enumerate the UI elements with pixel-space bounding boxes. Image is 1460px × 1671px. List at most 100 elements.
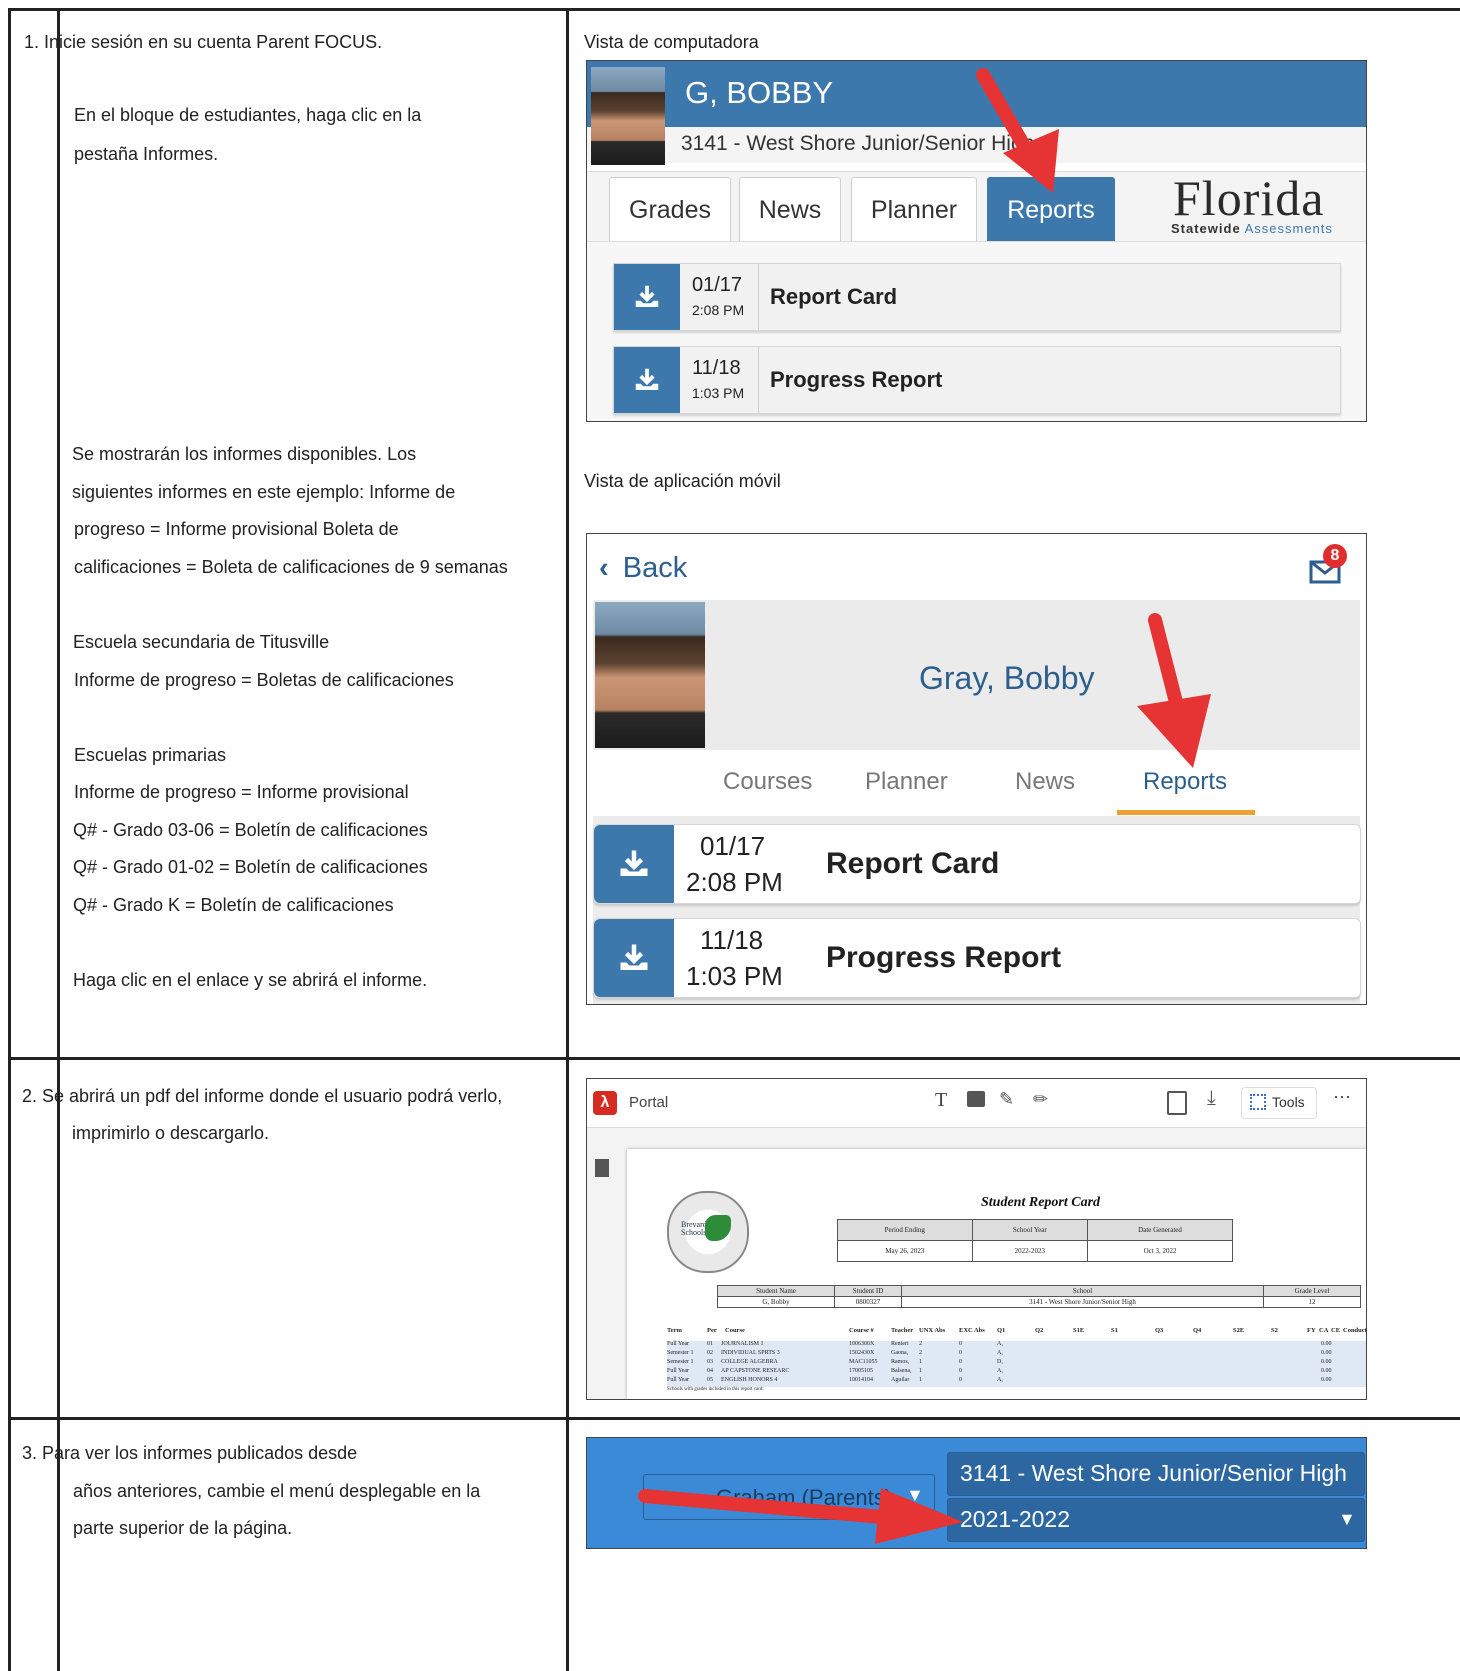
report-row[interactable]: 11/18 1:03 PM Progress Report — [593, 918, 1361, 998]
table-cell: 0800327 — [834, 1296, 902, 1308]
course-cell: 04 — [707, 1368, 713, 1374]
course-cell: 0 — [959, 1341, 962, 1347]
report-row[interactable]: 01/17 2:08 PM Report Card — [593, 824, 1361, 904]
pages-icon[interactable] — [595, 1159, 609, 1177]
table-cell: Oct 3, 2022 — [1087, 1240, 1233, 1262]
step-3-line: años anteriores, cambie el menú desplega… — [73, 1481, 481, 1501]
course-header-cell: FY — [1307, 1327, 1316, 1334]
course-cell: INDIVIDUAL SPRTS 3 — [721, 1350, 780, 1356]
course-cell: 1006300X — [849, 1341, 875, 1347]
comment-icon[interactable] — [967, 1091, 985, 1107]
grid-icon — [1250, 1094, 1266, 1110]
step-1-line: Q# - Grado 03-06 = Boletín de calificaci… — [73, 820, 428, 840]
course-cell: Renteri — [891, 1341, 909, 1347]
tools-button[interactable]: Tools — [1241, 1087, 1317, 1119]
course-cell: AP CAPSTONE RESEARC — [721, 1368, 790, 1374]
course-header-cell: S1E — [1073, 1327, 1085, 1334]
table-border-top — [8, 8, 1460, 11]
tab-reports[interactable]: Reports — [1143, 768, 1227, 796]
highlight-icon[interactable]: ✎ — [999, 1089, 1014, 1110]
table-border-left — [8, 8, 11, 1671]
student-name: G, BOBBY — [685, 75, 834, 110]
course-cell: A, — [997, 1368, 1003, 1374]
step-3-line: parte superior de la página. — [73, 1518, 293, 1538]
student-photo — [591, 67, 665, 165]
table-cell: Period Ending — [837, 1219, 973, 1241]
course-cell: Aguilar — [891, 1377, 910, 1383]
table-cell: School Year — [971, 1219, 1089, 1241]
tab-grades[interactable]: Grades — [609, 177, 731, 242]
mobile-view-caption: Vista de aplicación móvil — [584, 471, 781, 491]
table-cell: G, Bobby — [717, 1296, 835, 1308]
chevron-down-icon: ▼ — [1338, 1509, 1356, 1529]
course-cell: 0.00 — [1321, 1341, 1332, 1347]
step-1-line: progreso = Informe provisional Boleta de — [74, 519, 399, 539]
back-button[interactable]: ‹ Back — [599, 552, 687, 585]
text-tool-icon[interactable]: T — [935, 1089, 947, 1112]
course-header-cell: Per — [707, 1327, 717, 1334]
course-header-cell: S2E — [1233, 1327, 1245, 1334]
course-header-cell: Q1 — [997, 1327, 1006, 1334]
course-cell: 05 — [707, 1377, 713, 1383]
report-row[interactable]: 01/17 2:08 PM Report Card — [613, 263, 1341, 331]
report-name[interactable]: Report Card — [770, 284, 897, 310]
florida-logo-sub-b: Assessments — [1244, 221, 1333, 236]
table-column-divider — [566, 8, 569, 1671]
tab-news[interactable]: News — [739, 177, 841, 242]
florida-logo: Florida Statewide Assessments — [1171, 169, 1351, 239]
tab-bar — [593, 750, 1360, 814]
report-row[interactable]: 11/18 1:03 PM Progress Report — [613, 346, 1341, 414]
school-select-value: 3141 - West Shore Junior/Senior High — [960, 1460, 1347, 1486]
report-date: 01/17 — [700, 831, 766, 861]
table-cell: 3141 - West Shore Junior/Senior High — [901, 1296, 1264, 1308]
seal-florida-shape — [705, 1215, 731, 1241]
pdf-page: Brevard Public Schools Student Report Ca… — [627, 1149, 1366, 1399]
download-icon[interactable] — [614, 264, 680, 330]
student-table: Student Name Student ID School Grade Level … — [717, 1285, 1361, 1308]
draw-icon[interactable]: ✏ — [1033, 1089, 1048, 1110]
course-header-cell: Course — [725, 1327, 745, 1334]
course-cell: 2 — [919, 1341, 922, 1347]
table-row-divider-1 — [8, 1057, 1460, 1060]
report-name[interactable]: Progress Report — [826, 941, 1061, 975]
school-select[interactable]: 3141 - West Shore Junior/Senior High — [947, 1452, 1365, 1496]
course-cell: 03 — [707, 1359, 713, 1365]
course-header-cell: Conduct — [1343, 1327, 1367, 1334]
sign-icon[interactable] — [1167, 1091, 1187, 1115]
course-cell: D, — [997, 1359, 1003, 1365]
course-header-cell: S1 — [1111, 1327, 1118, 1334]
course-cell: MAC11055 — [849, 1359, 878, 1365]
tab-planner[interactable]: Planner — [851, 177, 977, 242]
step-1-line: Informe de progreso = Boletas de calific… — [74, 670, 454, 690]
tab-planner[interactable]: Planner — [865, 768, 948, 796]
course-cell: 02 — [707, 1350, 713, 1356]
download-icon[interactable] — [594, 919, 674, 997]
student-photo — [595, 602, 705, 748]
table-cell: School — [901, 1285, 1264, 1297]
year-select[interactable]: 2021-2022 ▼ — [947, 1498, 1365, 1542]
step-1-line: Escuela secundaria de Titusville — [73, 632, 330, 652]
course-rows: Full Year 01 JOURNALISM 1 1006300X Renteri 2 0… — [667, 1341, 1366, 1387]
back-label: Back — [622, 552, 688, 584]
tab-news[interactable]: News — [1015, 768, 1075, 796]
table-cell: 2022-2023 — [971, 1240, 1089, 1262]
course-cell: 0.00 — [1321, 1359, 1332, 1365]
mobile-view-screenshot: ‹ Back 8 Gray, Bobby Courses Planner New… — [586, 533, 1367, 1005]
table-cell: Student ID — [834, 1285, 902, 1297]
course-grid: Term Per Course Course # Teacher UNX Abs EXC A… — [667, 1325, 1366, 1395]
course-header-cell: Term — [667, 1327, 682, 1334]
step-1-line: calificaciones = Boleta de calificacione… — [74, 557, 508, 577]
download-icon[interactable]: ⤓ — [1207, 1087, 1216, 1110]
more-icon[interactable]: ⋯ — [1333, 1087, 1351, 1108]
report-divider — [758, 264, 759, 330]
report-name[interactable]: Progress Report — [770, 367, 942, 393]
course-cell: 0.00 — [1321, 1368, 1332, 1374]
report-name[interactable]: Report Card — [826, 847, 999, 881]
report-date: 11/18 — [700, 925, 764, 955]
course-cell: Semester 1 — [667, 1359, 694, 1365]
download-icon[interactable] — [614, 347, 680, 413]
course-cell: 1 — [919, 1359, 922, 1365]
download-icon[interactable] — [594, 825, 674, 903]
tab-courses[interactable]: Courses — [723, 768, 812, 796]
step-2-line: imprimirlo o descargarlo. — [72, 1123, 270, 1143]
